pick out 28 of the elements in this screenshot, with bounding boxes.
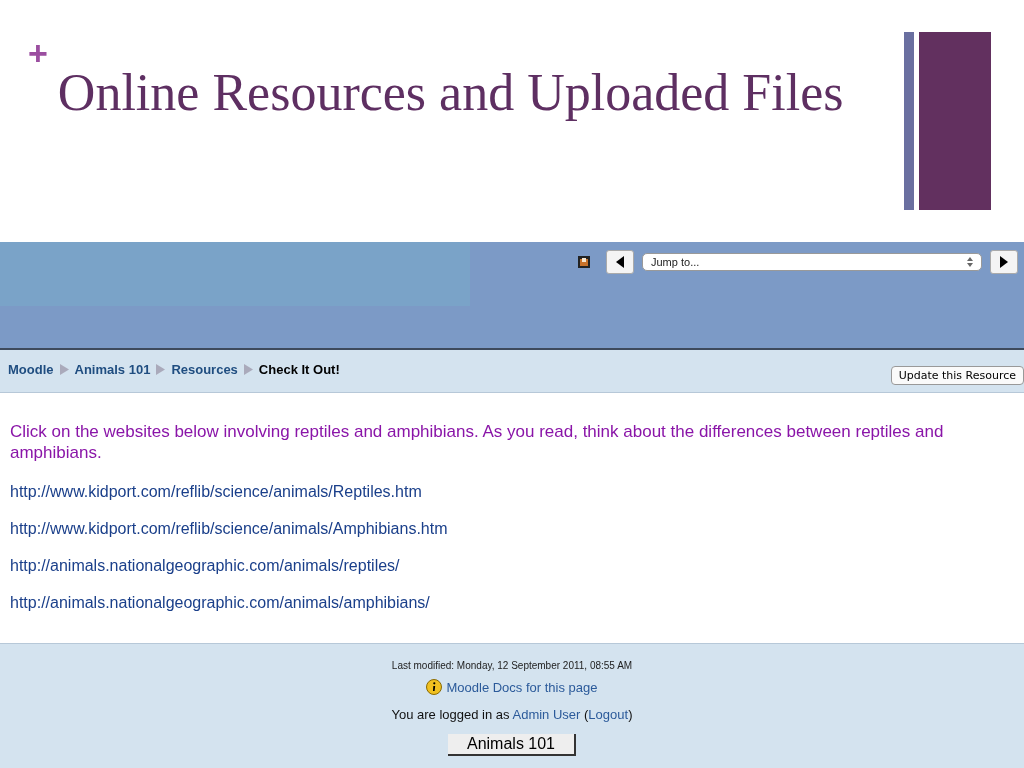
- breadcrumb-separator-icon: [243, 363, 253, 375]
- breadcrumb-link[interactable]: Moodle: [8, 361, 54, 377]
- breadcrumb-separator-icon: [59, 363, 69, 375]
- breadcrumb-link[interactable]: Resources: [171, 361, 238, 377]
- logout-link[interactable]: Logout: [588, 707, 629, 722]
- stepper-icon: [967, 257, 973, 267]
- info-icon: [426, 679, 443, 695]
- login-info-text: You are logged in as Admin User (Logout): [391, 707, 633, 722]
- breadcrumb-separator-icon: [156, 363, 166, 375]
- jump-to-dropdown[interactable]: Jump to...: [642, 253, 982, 271]
- moodle-docs-link[interactable]: Moodle Docs for this page: [446, 679, 598, 695]
- user-link[interactable]: Admin User: [512, 707, 581, 722]
- intro-text: Click on the websites below involving reptiles and amphibians. As you read, think about the differences between reptiles and amphibians.: [10, 421, 945, 463]
- previous-button[interactable]: [606, 250, 634, 274]
- next-button[interactable]: [990, 250, 1018, 274]
- update-resource-button[interactable]: Update this Resource: [890, 365, 1024, 385]
- website-link[interactable]: http://animals.nationalgeographic.com/animals/reptiles/: [10, 547, 400, 584]
- website-link[interactable]: http://www.kidport.com/reflib/science/animals/Reptiles.htm: [10, 473, 422, 510]
- slide-title: Online Resources and Uploaded Files: [57, 63, 845, 123]
- page-icon: [578, 256, 590, 268]
- course-button[interactable]: Animals 101: [448, 734, 576, 756]
- website-link[interactable]: http://animals.nationalgeographic.com/animals/amphibians/: [10, 584, 430, 621]
- breadcrumb-link[interactable]: Animals 101: [74, 361, 151, 377]
- website-link[interactable]: http://www.kidport.com/reflib/science/animals/Amphibians.htm: [10, 510, 448, 547]
- last-modified-text: Last modified: Monday, 12 September 2011, 08:55 AM: [391, 659, 633, 673]
- plus-mark: +: [28, 36, 48, 70]
- left-arrow-icon: [615, 256, 625, 268]
- right-arrow-icon: [999, 256, 1009, 268]
